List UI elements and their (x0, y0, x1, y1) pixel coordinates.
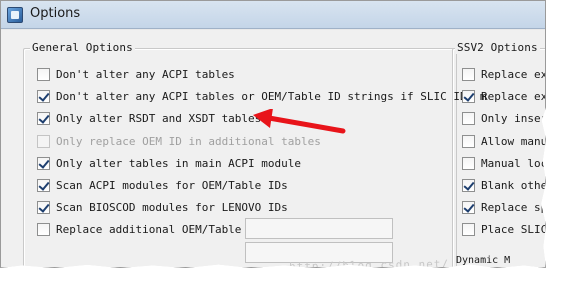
ssv2-option-4[interactable]: Allow manua (462, 133, 545, 149)
ssv2-option-5[interactable]: Manual loca (462, 155, 545, 171)
window-title: Options (30, 6, 81, 21)
ssv2-option-7[interactable]: Replace spe (462, 199, 545, 215)
checkbox[interactable] (37, 111, 50, 125)
checkbox[interactable] (462, 67, 475, 81)
option-dont-alter-acpi[interactable]: Don't alter any ACPI tables (37, 66, 235, 82)
checkbox[interactable] (462, 178, 475, 192)
checkbox[interactable] (37, 178, 50, 192)
option-label: Only alter tables in main ACPI module (56, 156, 302, 170)
option-label: Don't alter any ACPI tables or OEM/Table… (56, 89, 487, 103)
checkbox[interactable] (462, 111, 475, 125)
checkbox[interactable] (462, 134, 475, 148)
app-icon (7, 7, 23, 23)
option-label: Replace spe (481, 200, 545, 214)
watermark-text: http://blog.csdn.net/ (288, 257, 450, 268)
ssv2-options-label: SSV2 Options (455, 41, 540, 54)
checkbox[interactable] (462, 156, 475, 170)
checkbox[interactable] (462, 89, 475, 103)
option-label: Don't alter any ACPI tables (56, 67, 235, 81)
checkbox[interactable] (37, 222, 50, 236)
options-content: General Options SSV2 Options Don't alter… (1, 30, 546, 267)
option-main-acpi-module[interactable]: Only alter tables in main ACPI module (37, 155, 301, 171)
option-label: Place SLIC (481, 222, 546, 236)
checkbox[interactable] (462, 222, 475, 236)
checkbox[interactable] (37, 89, 50, 103)
ssv2-option-6[interactable]: Blank other (462, 177, 545, 193)
option-only-rsdt-xsdt[interactable]: Only alter RSDT and XSDT tables (37, 110, 261, 126)
checkbox (37, 134, 50, 148)
option-replace-additional[interactable]: Replace additional OEM/Table ID (37, 221, 261, 237)
checkbox[interactable] (37, 67, 50, 81)
option-label: Replace additional OEM/Table ID (56, 222, 262, 236)
ssv2-option-1[interactable]: Replace exi (462, 66, 545, 82)
options-window: Options General Options SSV2 Options Don… (0, 0, 546, 268)
option-label: Allow manua (481, 134, 545, 148)
title-bar[interactable]: Options (1, 1, 545, 29)
ssv2-option-2[interactable]: Replace exi (462, 88, 545, 104)
option-label: Manual loca (481, 156, 545, 170)
option-label: Replace exi (481, 67, 545, 81)
option-label: Replace exi (481, 89, 545, 103)
option-scan-bioscod[interactable]: Scan BIOSCOD modules for LENOVO IDs (37, 199, 288, 215)
ssv2-option-3[interactable]: Only insert (462, 110, 545, 126)
option-scan-acpi-modules[interactable]: Scan ACPI modules for OEM/Table IDs (37, 177, 288, 193)
checkbox[interactable] (462, 200, 475, 214)
option-label: Only alter RSDT and XSDT tables (56, 111, 262, 125)
option-label: Blank other (481, 178, 545, 192)
checkbox[interactable] (37, 156, 50, 170)
dynamic-mode-label: Dynamic M (456, 255, 511, 266)
additional-oem-id-field[interactable] (245, 218, 393, 239)
option-dont-alter-if-slic[interactable]: Don't alter any ACPI tables or OEM/Table… (37, 88, 486, 104)
checkbox[interactable] (37, 200, 50, 214)
option-label: Only insert (481, 111, 545, 125)
annotation-arrow-icon (253, 109, 346, 134)
ssv2-option-8[interactable]: Place SLIC (462, 221, 546, 237)
general-options-label: General Options (30, 41, 135, 54)
option-label: Scan ACPI modules for OEM/Table IDs (56, 178, 288, 192)
option-label: Scan BIOSCOD modules for LENOVO IDs (56, 200, 288, 214)
